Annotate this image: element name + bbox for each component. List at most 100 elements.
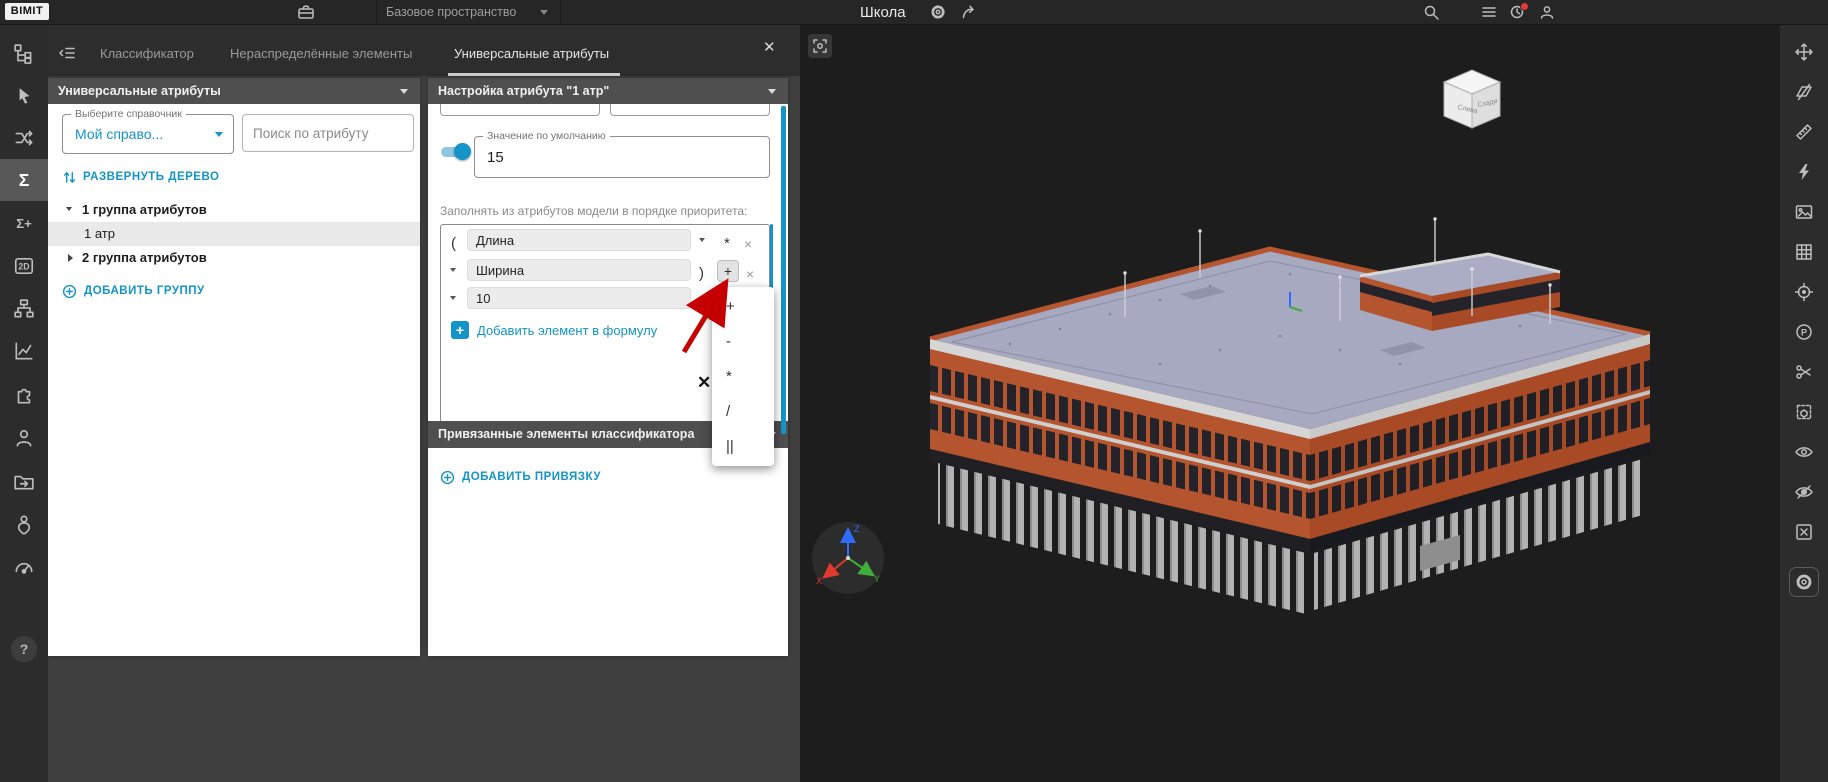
tab-universal-attributes[interactable]: Универсальные атрибуты — [454, 40, 609, 70]
remove-row-icon[interactable]: × — [744, 231, 752, 257]
formula-operand-input[interactable] — [467, 229, 691, 251]
hide-element-icon[interactable] — [1780, 512, 1828, 552]
pan-tool-icon[interactable] — [1780, 32, 1828, 72]
view-settings-gear-icon[interactable] — [1780, 562, 1828, 602]
reference-select-value: Мой справо... — [75, 126, 163, 142]
app-logo[interactable]: BIMIT — [5, 3, 49, 20]
screenshot-icon[interactable] — [1780, 192, 1828, 232]
expand-tree-link[interactable]: РАЗВЕРНУТЬ ДЕРЕВО — [62, 168, 219, 186]
add-element-icon[interactable]: + — [451, 321, 469, 339]
expand-tree-label: РАЗВЕРНУТЬ ДЕРЕВО — [83, 171, 219, 183]
collapse-panel-icon[interactable] — [58, 44, 76, 62]
toolbox-icon[interactable] — [297, 3, 315, 21]
tree-attribute-row-selected[interactable]: 1 атр — [48, 222, 420, 246]
tab-classifier[interactable]: Классификатор — [100, 40, 194, 70]
workspace-selector-label: Базовое пространство — [386, 5, 516, 19]
search-icon[interactable] — [1422, 3, 1440, 21]
focus-center-icon[interactable] — [1780, 272, 1828, 312]
operator-label[interactable]: * — [724, 231, 730, 257]
attribute-settings-header[interactable]: Настройка атрибута "1 атр" — [428, 78, 788, 104]
close-panel-icon[interactable]: ✕ — [763, 38, 776, 56]
measure-icon[interactable] — [1780, 112, 1828, 152]
panel-scrollbar[interactable] — [781, 106, 786, 434]
export-icon[interactable] — [0, 460, 48, 502]
operator-menu-item-divide[interactable]: / — [712, 394, 774, 429]
drawings-2d-icon[interactable]: 2D — [0, 245, 48, 287]
default-value-toggle[interactable] — [438, 142, 474, 161]
top-bar: BIMIT Базовое пространство Школа — [0, 0, 1828, 25]
navigation-cube[interactable]: Слева Сзади — [1436, 62, 1508, 140]
project-settings-gear-icon[interactable] — [929, 3, 947, 21]
add-group-label: ДОБАВИТЬ ГРУППУ — [84, 285, 205, 297]
tree-collapsed-icon[interactable] — [68, 254, 73, 262]
menu-list-icon[interactable] — [1480, 3, 1498, 21]
clip-icon[interactable] — [1780, 352, 1828, 392]
section-header-label: Привязанные элементы классификатора — [438, 427, 694, 441]
visibility-icon[interactable] — [1780, 432, 1828, 472]
zoom-fit-icon[interactable] — [808, 34, 832, 58]
svg-text:2D: 2D — [18, 261, 29, 271]
tree-group-row[interactable]: 1 группа атрибутов — [48, 198, 420, 222]
right-toolbar: P — [1780, 24, 1828, 782]
dashboard-gauge-icon[interactable] — [0, 546, 48, 588]
structure-icon[interactable] — [0, 288, 48, 330]
formula-operand-input[interactable] — [467, 287, 691, 309]
operator-menu-item-plus[interactable]: + — [712, 289, 774, 324]
tree-group-label: 2 группа атрибутов — [82, 250, 207, 265]
axis-triad[interactable]: Z X Y — [808, 518, 888, 598]
tab-unallocated-elements[interactable]: Нераспределённые элементы — [230, 40, 412, 70]
users-icon[interactable] — [0, 417, 48, 459]
building-model — [860, 174, 1680, 644]
charts-icon[interactable] — [0, 330, 48, 372]
chevron-down-icon[interactable] — [450, 268, 456, 272]
default-value-field[interactable]: Значение по умолчанию — [474, 136, 770, 178]
plus-circle-icon — [62, 284, 77, 299]
section-box-icon[interactable] — [1780, 392, 1828, 432]
tree-group-row[interactable]: 2 группа атрибутов — [48, 246, 420, 270]
add-element-label[interactable]: Добавить элемент в формулу — [477, 323, 657, 338]
chevron-down-icon — [768, 89, 776, 94]
remove-row-icon[interactable]: × — [746, 261, 754, 287]
user-location-icon[interactable] — [0, 503, 48, 545]
relations-icon[interactable] — [0, 117, 48, 159]
default-value-label: Значение по умолчанию — [483, 130, 610, 142]
viewport-3d[interactable]: Слева Сзади Z X Y — [800, 24, 1780, 782]
attributes-sigma-icon[interactable]: Σ — [0, 159, 48, 201]
share-icon[interactable] — [960, 3, 978, 21]
panel-header-label: Универсальные атрибуты — [58, 84, 221, 98]
svg-text:P: P — [1801, 328, 1807, 338]
operator-menu-item-concat[interactable]: || — [712, 429, 774, 464]
chevron-down-icon[interactable] — [699, 238, 705, 242]
add-binding-link[interactable]: ДОБАВИТЬ ПРИВЯЗКУ — [440, 468, 601, 486]
chevron-down-icon[interactable] — [450, 296, 456, 300]
profile-icon[interactable] — [1538, 3, 1556, 21]
sigma-plus-icon[interactable]: Σ+ — [0, 202, 48, 244]
workspace-selector[interactable]: Базовое пространство — [386, 0, 516, 24]
operator-button[interactable]: + — [717, 260, 739, 282]
formula-operand-input[interactable] — [467, 259, 691, 281]
add-group-link[interactable]: ДОБАВИТЬ ГРУППУ — [62, 282, 205, 300]
model-tree-icon[interactable] — [0, 33, 48, 75]
universal-attributes-panel: Универсальные атрибуты Выберите справочн… — [48, 78, 420, 656]
section-plane-icon[interactable] — [1780, 72, 1828, 112]
operator-menu-item-minus[interactable]: - — [712, 324, 774, 359]
tree-expanded-icon[interactable] — [66, 207, 72, 211]
universal-attributes-header[interactable]: Универсальные атрибуты — [48, 78, 420, 104]
notifications-history-icon[interactable] — [1508, 3, 1526, 21]
operator-menu-item-multiply[interactable]: * — [712, 359, 774, 394]
topbar-separator — [560, 0, 561, 24]
isolate-icon[interactable] — [1780, 472, 1828, 512]
properties-p-icon[interactable]: P — [1780, 312, 1828, 352]
attribute-search-input[interactable] — [242, 114, 414, 152]
collision-icon[interactable] — [1780, 152, 1828, 192]
grid-icon[interactable] — [1780, 232, 1828, 272]
help-icon[interactable]: ? — [11, 636, 37, 662]
close-paren: ) — [699, 261, 704, 287]
operator-menu: + - * / || — [712, 287, 774, 466]
project-title: Школа — [860, 4, 906, 21]
default-value-input[interactable] — [475, 137, 769, 177]
select-tool-icon[interactable] — [0, 75, 48, 117]
formula-close-icon[interactable]: ✕ — [697, 373, 711, 393]
reference-select[interactable]: Выберите справочник Мой справо... — [62, 114, 234, 154]
plugins-icon[interactable] — [0, 374, 48, 416]
